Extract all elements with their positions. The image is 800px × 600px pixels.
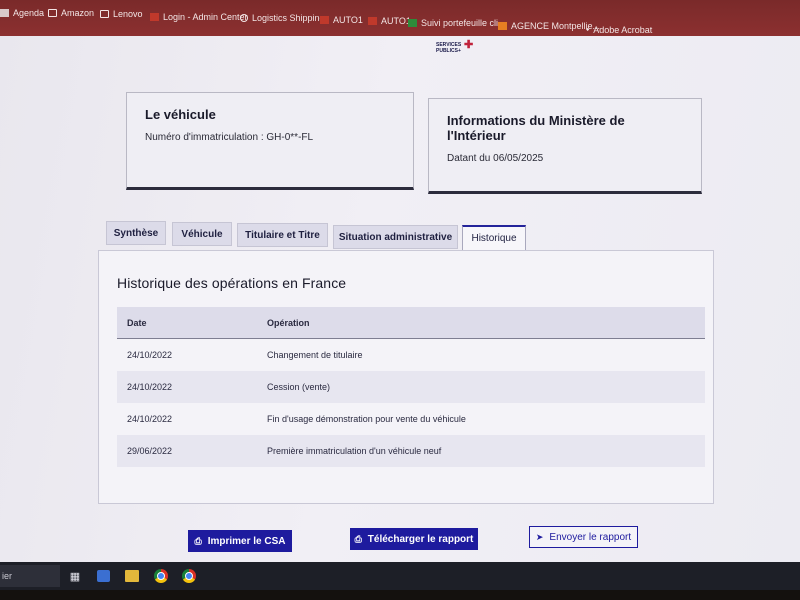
bookmark-auto1-second[interactable]: AUTO1 — [368, 16, 411, 26]
taskbar: ier ▦ — [0, 562, 800, 590]
send-report-button[interactable]: ➤ Envoyer le rapport — [529, 526, 638, 548]
monitor-bezel — [0, 590, 800, 600]
taskbar-search[interactable]: ier — [0, 565, 60, 587]
red-square-icon — [150, 13, 159, 21]
bookmark-logistics-shipping[interactable]: Logistics Shipping — [240, 13, 325, 23]
store-icon[interactable] — [97, 570, 110, 582]
print-csa-button[interactable]: ⎙ Imprimer le CSA — [188, 530, 292, 552]
folder-icon — [48, 9, 57, 17]
tab-vehicule[interactable]: Véhicule — [172, 222, 232, 246]
folder-icon — [100, 10, 109, 18]
table-row: 24/10/2022 Fin d'usage démonstration pou… — [117, 403, 705, 435]
services-publics-logo: SERVICES PUBLICS+ ✚ — [436, 39, 474, 55]
tab-situation-administrative[interactable]: Situation administrative — [333, 225, 458, 249]
row-operation: Cession (vente) — [267, 382, 331, 392]
table-row: 24/10/2022 Cession (vente) — [117, 371, 705, 403]
bookmark-agenda[interactable]: Agenda — [0, 8, 44, 18]
bookmark-adobe-acrobat[interactable]: ⬩ Adobe Acrobat — [586, 24, 652, 35]
chrome-profile-icon[interactable] — [182, 569, 196, 583]
row-operation: Changement de titulaire — [267, 350, 363, 360]
history-panel: Historique des opérations en France Date… — [98, 250, 714, 504]
table-row: 29/06/2022 Première immatriculation d'un… — [117, 435, 705, 467]
printer-icon: ⎙ — [194, 535, 202, 546]
square-icon — [0, 9, 9, 17]
bookmark-amazon[interactable]: Amazon — [48, 8, 94, 18]
bookmark-auto1-first[interactable]: AUTO1 — [320, 15, 363, 25]
pdf-icon: ⬩ — [586, 24, 590, 34]
column-header-operation: Opération — [267, 318, 310, 328]
bookmark-lenovo[interactable]: Lenovo — [100, 9, 143, 19]
row-date: 29/06/2022 — [127, 446, 173, 456]
vehicle-card: Le véhicule Numéro d'immatriculation : G… — [126, 92, 414, 190]
row-operation: Première immatriculation d'un véhicule n… — [267, 446, 442, 456]
chrome-icon[interactable] — [154, 569, 168, 583]
history-title: Historique des opérations en France — [117, 275, 347, 291]
green-icon — [408, 19, 417, 27]
ministry-date: Datant du 06/05/2025 — [447, 153, 544, 164]
send-arrow-icon: ➤ — [535, 531, 544, 542]
bookmark-agence-montpellier[interactable]: AGENCE Montpellie... — [498, 21, 600, 31]
globe-icon — [240, 14, 248, 22]
task-view-icon[interactable]: ▦ — [66, 567, 84, 585]
ministry-card-title: Informations du Ministère de l'Intérieur — [447, 113, 625, 143]
row-date: 24/10/2022 — [127, 382, 173, 392]
bookmark-login-admin-center[interactable]: Login - Admin Center — [150, 12, 248, 22]
tab-synthese[interactable]: Synthèse — [106, 221, 166, 245]
red-square-icon — [320, 16, 329, 24]
tab-titulaire-et-titre[interactable]: Titulaire et Titre — [237, 223, 328, 247]
bookmark-suivi-portefeuille[interactable]: Suivi portefeuille cli... — [408, 18, 506, 28]
row-date: 24/10/2022 — [127, 414, 173, 424]
tab-historique[interactable]: Historique — [462, 225, 526, 251]
red-square-icon — [368, 17, 377, 25]
page-content: SERVICES PUBLICS+ ✚ Le véhicule Numéro d… — [0, 36, 800, 562]
table-row: 24/10/2022 Changement de titulaire — [117, 339, 705, 371]
column-header-date: Date — [127, 318, 147, 328]
file-explorer-icon[interactable] — [125, 570, 139, 582]
bookmarks-bar: Agenda Amazon Lenovo Login - Admin Cente… — [0, 0, 800, 36]
orange-icon — [498, 22, 507, 30]
history-table: Date Opération 24/10/2022 Changement de … — [117, 307, 705, 467]
registration-number: Numéro d'immatriculation : GH-0**-FL — [145, 132, 314, 143]
row-operation: Fin d'usage démonstration pour vente du … — [267, 414, 466, 424]
printer-icon: ⎙ — [354, 533, 362, 544]
vehicle-card-title: Le véhicule — [145, 107, 216, 122]
download-report-button[interactable]: ⎙ Télécharger le rapport — [350, 528, 478, 550]
ministry-card: Informations du Ministère de l'Intérieur… — [428, 98, 702, 194]
row-date: 24/10/2022 — [127, 350, 173, 360]
plus-icon: ✚ — [464, 39, 474, 51]
table-header: Date Opération — [117, 307, 705, 339]
